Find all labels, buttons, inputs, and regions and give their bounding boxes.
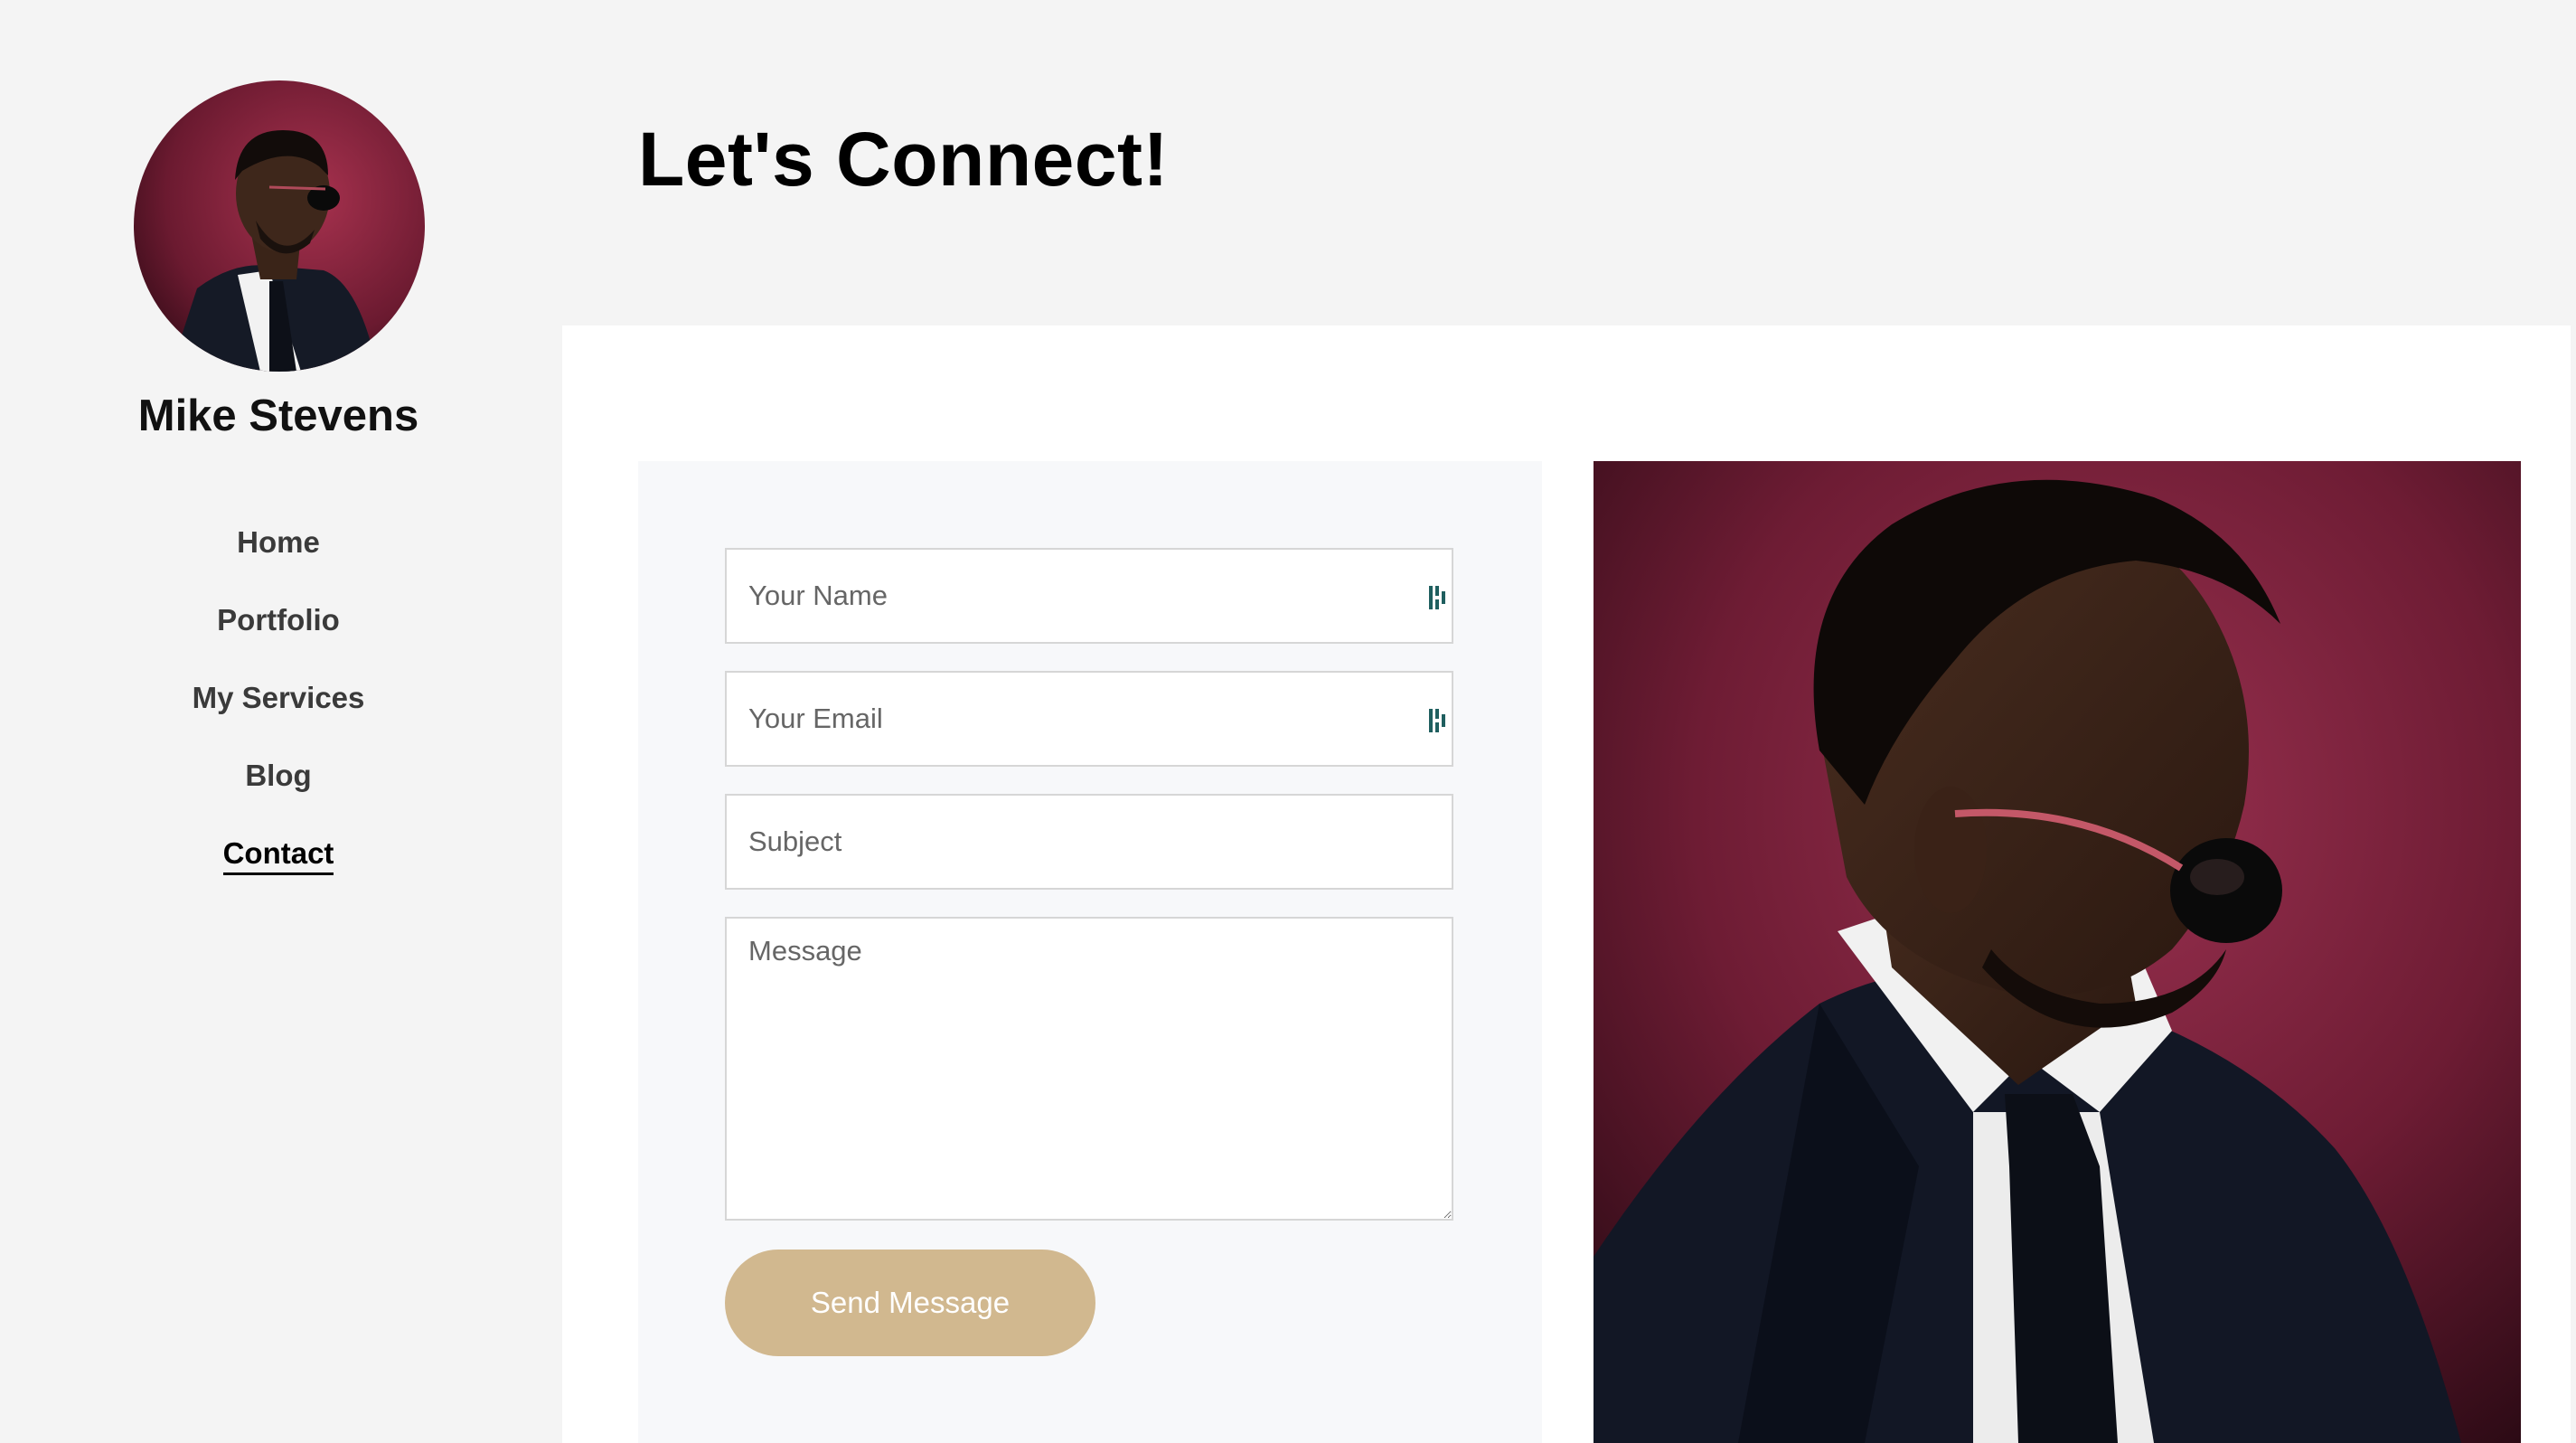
subject-input[interactable]: [725, 794, 1453, 890]
password-manager-icon[interactable]: [1428, 707, 1448, 734]
nav-item-label: Home: [237, 525, 320, 559]
avatar[interactable]: [134, 80, 425, 372]
nav-item-portfolio[interactable]: Portfolio: [0, 600, 557, 678]
send-message-button[interactable]: Send Message: [725, 1250, 1095, 1356]
contact-form: Send Message: [638, 461, 1542, 1443]
nav-item-label: Contact: [222, 836, 334, 875]
avatar-photo: [134, 80, 425, 372]
portrait-image: [1594, 461, 2521, 1443]
main-content: Send Message: [562, 325, 2571, 1443]
portrait-photo: [1594, 461, 2521, 1443]
message-textarea[interactable]: [725, 917, 1453, 1221]
name-input[interactable]: [725, 548, 1453, 644]
nav-item-label: Portfolio: [217, 603, 340, 637]
password-manager-icon[interactable]: [1428, 584, 1448, 611]
nav-item-contact[interactable]: Contact: [0, 834, 557, 911]
profile-name: Mike Stevens: [137, 391, 419, 440]
main-nav: Home Portfolio My Services Blog Contact: [0, 523, 557, 911]
sidebar: Mike Stevens Home Portfolio My Services …: [0, 0, 562, 1443]
email-input[interactable]: [725, 671, 1453, 767]
nav-item-my-services[interactable]: My Services: [0, 678, 557, 756]
nav-item-label: My Services: [192, 681, 365, 714]
nav-item-label: Blog: [245, 759, 312, 792]
nav-item-home[interactable]: Home: [0, 523, 557, 600]
page-title: Let's Connect!: [638, 117, 1170, 202]
nav-item-blog[interactable]: Blog: [0, 756, 557, 834]
